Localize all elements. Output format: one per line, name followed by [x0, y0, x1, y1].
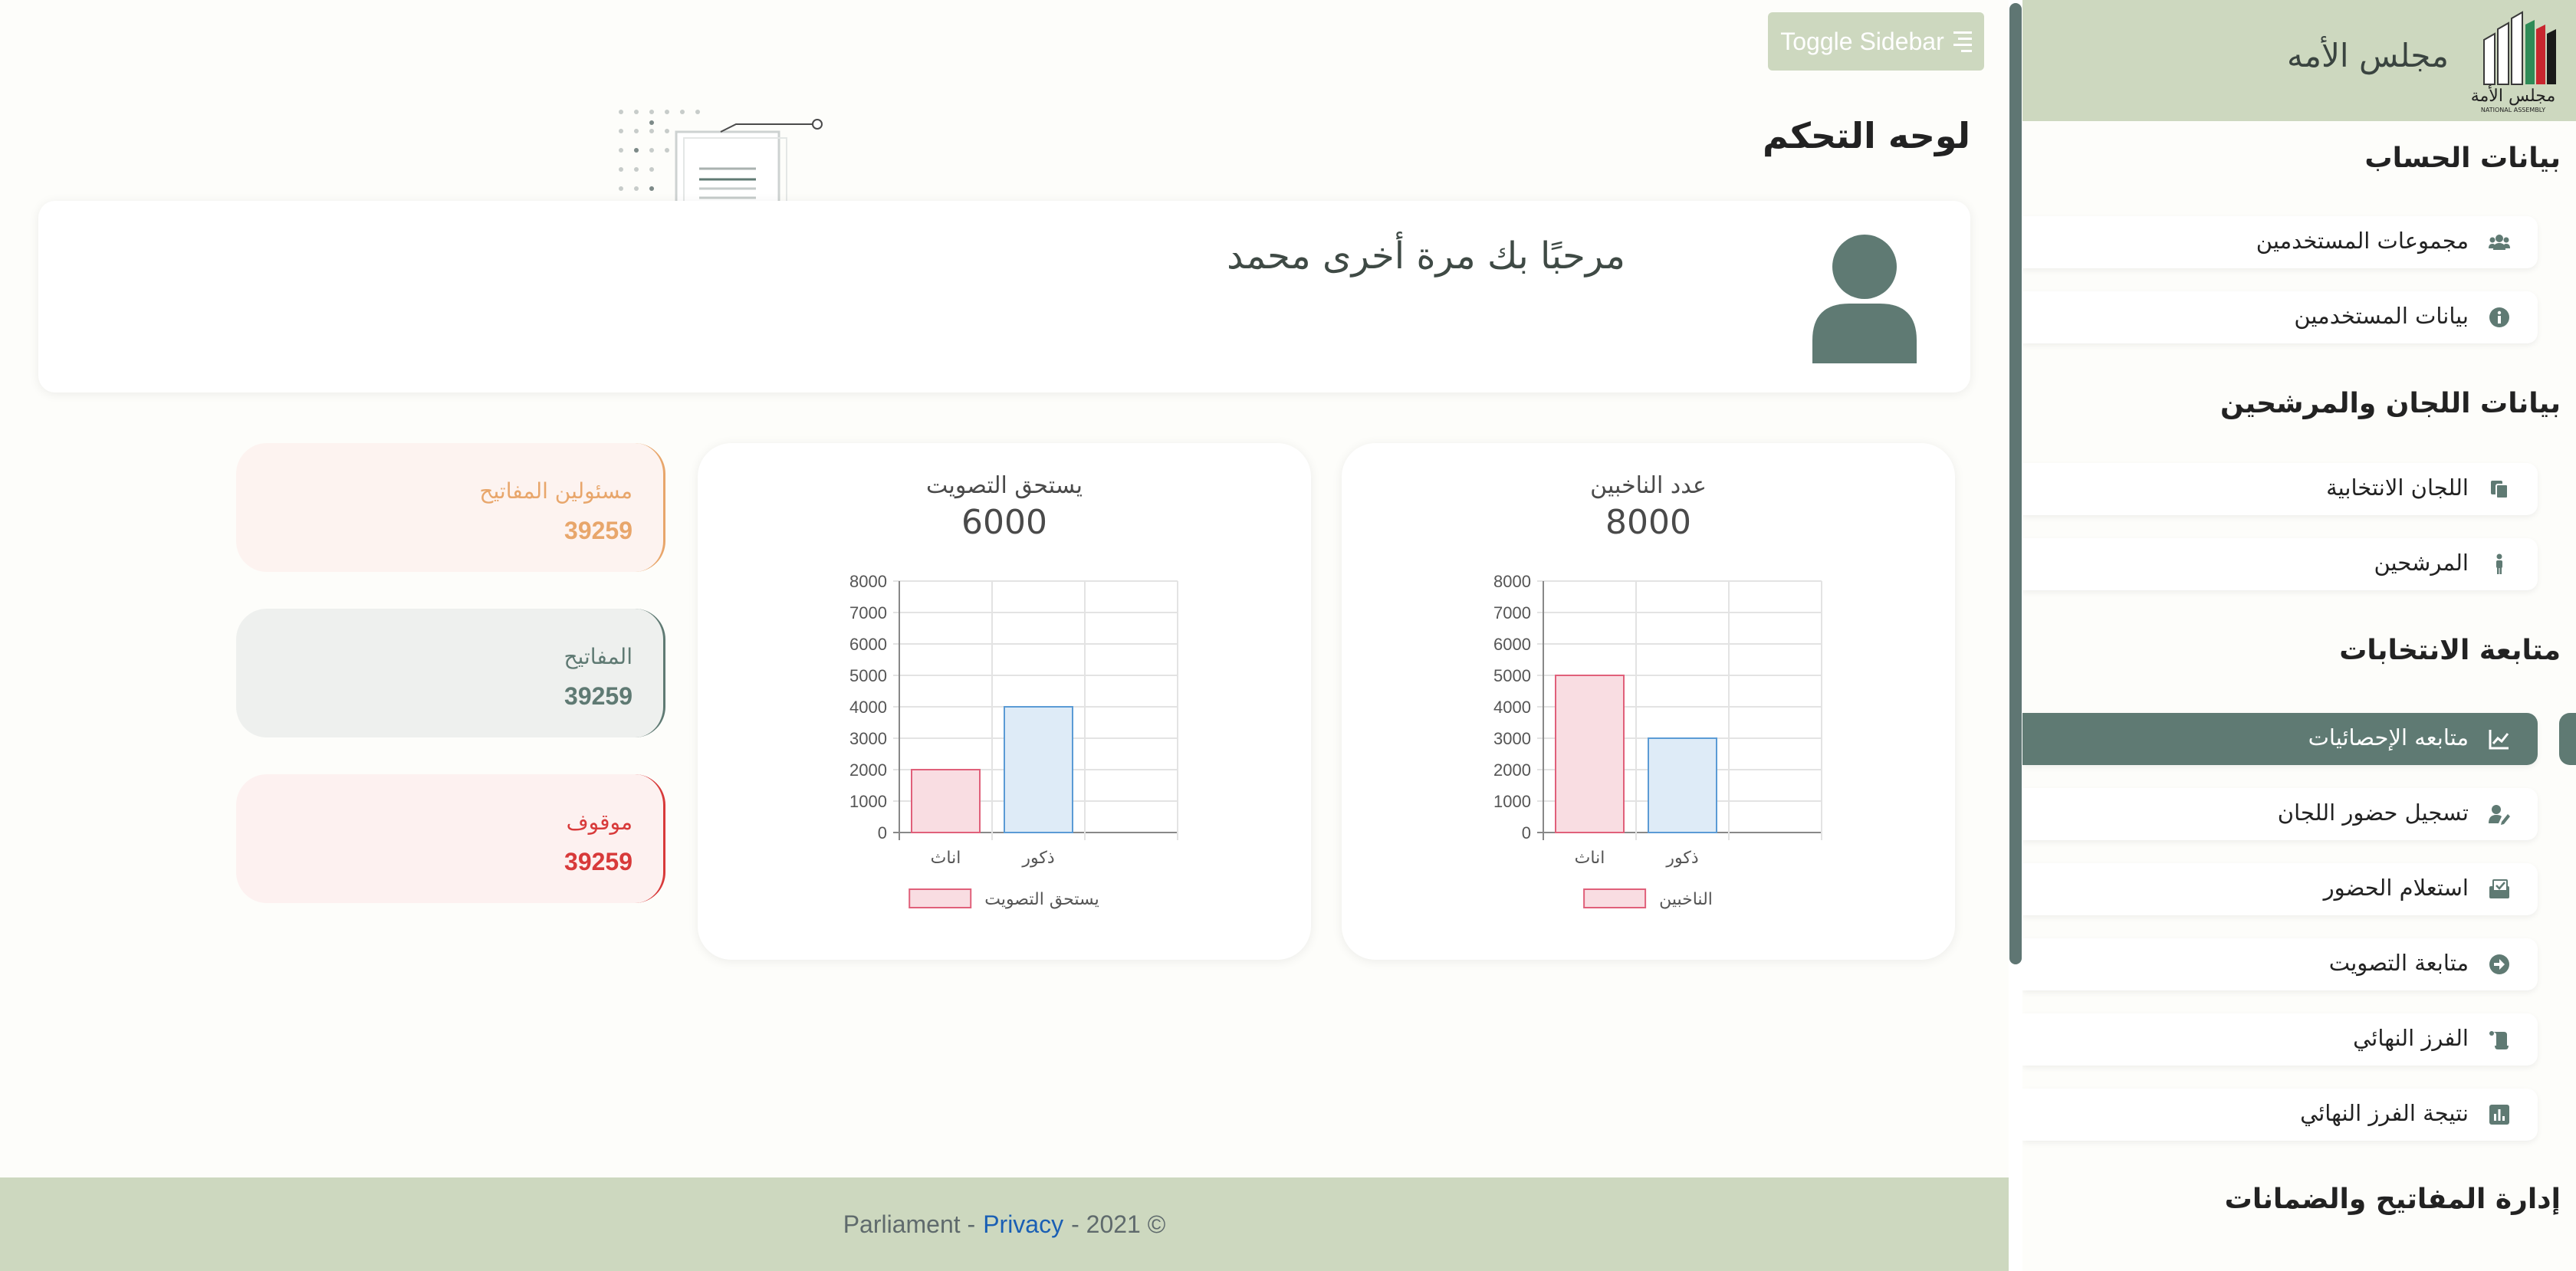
stat-label: مسئولين المفاتيح — [479, 478, 632, 504]
sidebar-item-electoral-committees[interactable]: اللجان الانتخابية — [2022, 463, 2538, 515]
sidebar-item-label: متابعة التصويت — [2328, 950, 2469, 976]
bar — [1555, 675, 1625, 833]
legend-label: الناخبين — [1659, 890, 1713, 909]
y-tick-label: 0 — [878, 823, 887, 842]
user-edit-icon — [2489, 805, 2510, 825]
sidebar-item-label: بيانات المستخدمين — [2294, 303, 2469, 329]
section-account: بيانات الحساب — [2364, 143, 2561, 174]
y-tick-label: 1000 — [1493, 792, 1531, 811]
y-tick-label: 7000 — [849, 603, 887, 622]
footer: Parliament - Privacy - 2021 © — [0, 1177, 2009, 1271]
chart-legend: يستحق التصويت — [909, 888, 1099, 909]
poll-icon — [2489, 1105, 2509, 1125]
bar — [1004, 706, 1073, 833]
sidebar-item-label: اللجان الانتخابية — [2326, 475, 2469, 501]
sidebar-item-label: المرشحين — [2374, 550, 2469, 576]
sidebar-item-voting-followup[interactable]: متابعة التصويت — [2022, 938, 2538, 990]
y-tick-label: 7000 — [1493, 603, 1531, 622]
y-tick-label: 4000 — [849, 698, 887, 717]
sidebar-item-label: مجموعات المستخدمين — [2256, 228, 2469, 254]
privacy-link[interactable]: Privacy — [983, 1210, 1063, 1239]
toggle-sidebar-button[interactable]: Toggle Sidebar — [1768, 12, 1984, 71]
sidebar-item-attendance-query[interactable]: استعلام الحضور — [2022, 863, 2538, 915]
chart-card-eligible: يستحق التصويت 6000 0 1000 2000 3000 4000 5000… — [698, 443, 1311, 960]
stat-label: المفاتيح — [564, 644, 632, 669]
y-tick-label: 8000 — [849, 572, 887, 591]
legend-swatch — [909, 888, 972, 908]
chart-line-icon — [2489, 730, 2509, 750]
sidebar-item-label: الفرز النهائي — [2353, 1025, 2469, 1051]
section-committees: بيانات اللجان والمرشحين — [2220, 388, 2561, 419]
arrow-circle-icon — [2489, 954, 2509, 974]
sidebar-item-committee-attendance[interactable]: تسجيل حضور اللجان — [2022, 788, 2538, 840]
info-icon — [2489, 307, 2509, 327]
svg-text:NATIONAL ASSEMBLY: NATIONAL ASSEMBLY — [2481, 107, 2545, 113]
menu-bars-icon — [1953, 31, 1972, 52]
y-tick-label: 3000 — [1493, 729, 1531, 748]
legend-label: يستحق التصويت — [984, 890, 1099, 909]
stat-label: موقوف — [566, 810, 632, 835]
user-avatar-icon — [1812, 235, 1917, 363]
y-tick-label: 6000 — [1493, 635, 1531, 654]
sidebar-item-label: تسجيل حضور اللجان — [2277, 800, 2469, 826]
sidebar-item-statistics[interactable]: متابعه الإحصائيات — [2022, 713, 2538, 765]
y-tick-label: 0 — [1522, 823, 1531, 842]
voters-bar-chart: 0 1000 2000 3000 4000 5000 6000 7000 8000 اناث ذكو… — [1493, 572, 1822, 909]
sidebar-item-user-groups[interactable]: مجموعات المستخدمين — [2022, 216, 2538, 268]
person-icon — [2496, 553, 2502, 574]
x-tick-label: اناث — [1575, 849, 1605, 868]
stat-card-key-officials: مسئولين المفاتيح 39259 — [236, 443, 665, 572]
main-content: Toggle Sidebar لوحه التحكم مرحبًا بك مرة… — [0, 0, 2009, 1271]
sidebar-item-user-data[interactable]: بيانات المستخدمين — [2022, 291, 2538, 343]
x-tick-label: ذكور — [1665, 849, 1698, 868]
y-tick-label: 6000 — [849, 635, 887, 654]
sidebar-item-label: نتيجة الفرز النهائي — [2300, 1100, 2469, 1126]
stat-value: 39259 — [564, 682, 632, 710]
footer-year: - 2021 © — [1071, 1210, 1166, 1238]
brand-title: مجلس الأمه — [2286, 37, 2449, 74]
y-tick-label: 2000 — [1493, 760, 1531, 780]
section-elections: متابعة الانتخابات — [2339, 635, 2561, 666]
y-tick-label: 2000 — [849, 760, 887, 780]
sidebar-item-final-result[interactable]: نتيجة الفرز النهائي — [2022, 1089, 2538, 1141]
svg-text:مجلس الأمة: مجلس الأمة — [2471, 84, 2556, 106]
bar — [911, 769, 981, 833]
y-tick-label: 5000 — [849, 666, 887, 685]
national-assembly-logo: مجلس الأمة NATIONAL ASSEMBLY — [2471, 11, 2556, 113]
copy-icon — [2491, 481, 2509, 499]
y-tick-label: 4000 — [1493, 698, 1531, 717]
bar — [1648, 737, 1717, 833]
inbox-check-icon — [2489, 879, 2509, 898]
legend-swatch — [1583, 888, 1647, 908]
welcome-card: مرحبًا بك مرة أخرى محمد — [38, 201, 1970, 392]
y-tick-label: 3000 — [849, 729, 887, 748]
y-tick-label: 1000 — [849, 792, 887, 811]
sidebar-item-candidates[interactable]: المرشحين — [2022, 538, 2538, 590]
footer-brand: Parliament - — [843, 1210, 976, 1238]
scroll-icon — [2489, 1031, 2509, 1049]
welcome-message: مرحبًا بك مرة أخرى محمد — [1227, 235, 1625, 278]
chart-card-voters: عدد الناخبين 8000 0 1000 2000 3000 4000 5000 6… — [1342, 443, 1955, 960]
active-indicator — [2559, 713, 2576, 765]
users-icon — [2489, 235, 2510, 250]
y-tick-label: 5000 — [1493, 666, 1531, 685]
page-title: لوحه التحكم — [1763, 115, 1970, 156]
y-tick-label: 8000 — [1493, 572, 1531, 591]
sidebar: مجلس الأمة NATIONAL ASSEMBLY مجلس الأمه … — [2022, 0, 2576, 1271]
sidebar-item-final-count[interactable]: الفرز النهائي — [2022, 1013, 2538, 1066]
sidebar-item-label: متابعه الإحصائيات — [2308, 724, 2469, 750]
scrollbar-thumb[interactable] — [2009, 3, 2022, 964]
chart-legend: الناخبين — [1583, 888, 1713, 909]
stat-value: 39259 — [564, 848, 632, 875]
toggle-sidebar-label: Toggle Sidebar — [1780, 27, 1944, 55]
sidebar-item-label: استعلام الحضور — [2323, 875, 2469, 901]
x-tick-label: ذكور — [1021, 849, 1054, 868]
stat-card-suspended: موقوف 39259 — [236, 774, 665, 903]
section-keys-guarantees: إدارة المفاتيح والضمانات — [2224, 1184, 2561, 1215]
eligible-bar-chart: 0 1000 2000 3000 4000 5000 6000 7000 8000 اناث ذكو… — [849, 572, 1178, 909]
stat-value: 39259 — [564, 517, 632, 544]
x-tick-label: اناث — [931, 849, 961, 868]
stat-card-keys: المفاتيح 39259 — [236, 609, 665, 737]
sidebar-header: مجلس الأمة NATIONAL ASSEMBLY مجلس الأمه — [2022, 0, 2576, 121]
